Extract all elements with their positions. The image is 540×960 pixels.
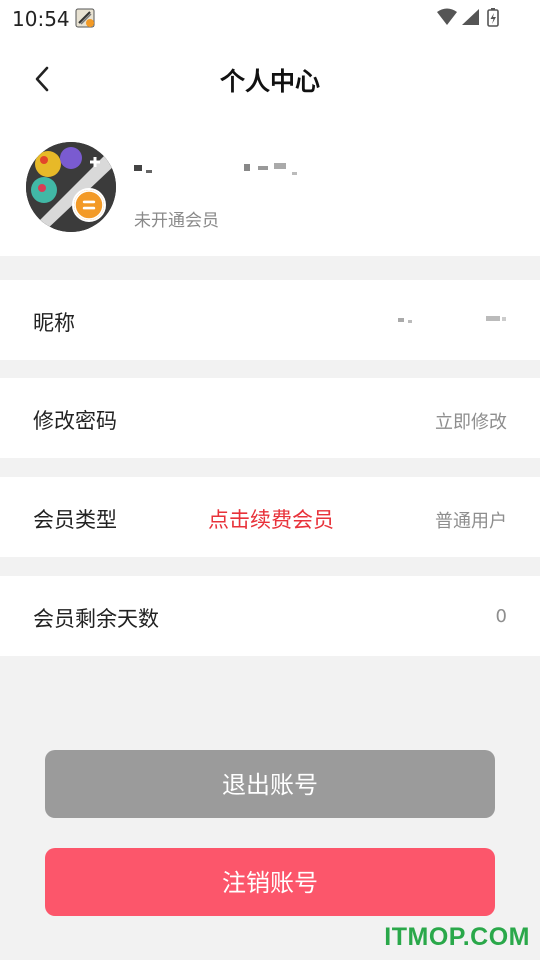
status-bar: 10:54 [0, 0, 540, 36]
wifi-icon [437, 8, 457, 25]
avatar[interactable] [26, 142, 116, 232]
watermark: ITMOP.COM [384, 923, 530, 951]
change-password-label: 修改密码 [33, 409, 117, 433]
member-type-value: 普通用户 [435, 511, 507, 532]
signal-icon [462, 9, 479, 25]
app-notification-icon [75, 8, 95, 28]
logout-button[interactable]: 退出账号 [45, 750, 495, 818]
remaining-days-value: 0 [495, 606, 507, 627]
row-remaining-days: 会员剩余天数 0 [0, 576, 540, 656]
page-title: 个人中心 [219, 67, 320, 96]
avatar-image [26, 142, 116, 232]
row-member-type: 会员类型 点击续费会员 普通用户 [0, 477, 540, 557]
status-time: 10:54 [12, 7, 70, 31]
nickname-value-redacted [398, 316, 506, 323]
profile-card: 未开通会员 [0, 122, 540, 256]
row-nickname[interactable]: 昵称 [0, 280, 540, 360]
member-type-label: 会员类型 [33, 508, 117, 532]
member-status-text: 未开通会员 [134, 211, 219, 231]
battery-charging-icon [487, 8, 499, 27]
row-change-password[interactable]: 修改密码 立即修改 [0, 378, 540, 458]
change-password-action[interactable]: 立即修改 [435, 408, 507, 434]
nickname-label: 昵称 [33, 311, 75, 335]
username-redacted [134, 163, 297, 175]
renew-membership-link[interactable]: 点击续费会员 [208, 504, 334, 534]
remaining-days-label: 会员剩余天数 [33, 607, 159, 631]
page-header: 个人中心 [0, 36, 540, 122]
cancel-account-button[interactable]: 注销账号 [45, 848, 495, 916]
system-status-icons [437, 8, 499, 27]
equals-badge-icon [72, 188, 106, 222]
